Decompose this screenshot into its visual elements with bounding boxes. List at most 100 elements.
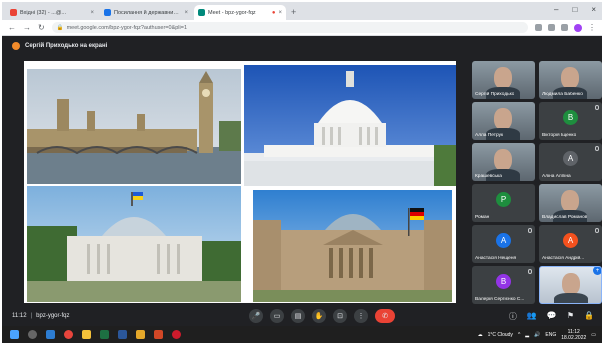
- back-icon[interactable]: ←: [8, 23, 16, 32]
- network-icon[interactable]: ▂: [525, 332, 529, 338]
- extensions-area: ⋮: [535, 23, 596, 32]
- participant-tile[interactable]: Алла Петрук: [472, 102, 535, 140]
- file-explorer-icon[interactable]: [82, 330, 91, 339]
- participant-avatar: B: [496, 274, 511, 289]
- participant-name: Алла Петрук: [475, 133, 504, 138]
- pin-icon[interactable]: +: [593, 267, 601, 275]
- participant-tile[interactable]: A Анастасія Андрій...: [539, 225, 602, 263]
- participant-tile[interactable]: В Вікторія Іщенко: [539, 102, 602, 140]
- photo-westminster: [27, 69, 241, 184]
- word-icon[interactable]: [118, 330, 127, 339]
- captions-button[interactable]: ▤: [291, 309, 305, 323]
- self-view-tile[interactable]: +: [539, 266, 602, 304]
- window-controls: – □ ×: [554, 5, 596, 14]
- participant-avatar: A: [563, 151, 578, 166]
- clock[interactable]: 11:12 18.02.2022: [561, 329, 586, 341]
- participant-video: [494, 149, 512, 171]
- powerpoint-icon[interactable]: [154, 330, 163, 339]
- close-icon[interactable]: ×: [278, 10, 282, 16]
- language-indicator[interactable]: ENG: [545, 332, 556, 338]
- camera-button[interactable]: ▭: [270, 309, 284, 323]
- presenting-banner: Сергій Приходько на екрані: [12, 39, 107, 53]
- participant-video: [561, 67, 579, 89]
- menu-icon[interactable]: ⋮: [588, 23, 596, 32]
- leave-call-button[interactable]: ✆: [375, 309, 395, 323]
- meeting-code: bpz-ygor-fqz: [36, 313, 70, 319]
- microphone-button[interactable]: 🎤: [249, 309, 263, 323]
- mic-off-icon: [595, 146, 599, 151]
- extension-icon[interactable]: [561, 24, 568, 31]
- participant-name: Анастасія Андрій...: [542, 256, 585, 261]
- weather-icon: ☁: [477, 331, 483, 338]
- side-panel-controls: ⓘ 👥 💬 ⚑ 🔒: [509, 311, 594, 322]
- presenting-icon: [12, 42, 20, 50]
- participant-tile[interactable]: A Аліна Алпіна: [539, 143, 602, 181]
- close-window-icon[interactable]: ×: [591, 5, 596, 14]
- meeting-time: 11:12: [12, 313, 27, 319]
- participant-name: Аліна Алпіна: [542, 174, 571, 179]
- call-controls: 🎤 ▭ ▤ ✋ ⊡ ⋮ ✆: [249, 309, 395, 323]
- reload-icon[interactable]: ↻: [38, 23, 45, 32]
- tray-chevron-icon[interactable]: ^: [518, 332, 520, 338]
- participant-tile[interactable]: Сергій Приходько: [472, 61, 535, 99]
- participant-name: Людмила Бабенко: [542, 92, 583, 97]
- participant-name: Владислав Романов: [542, 215, 588, 220]
- participant-avatar: A: [563, 233, 578, 248]
- close-icon[interactable]: ×: [90, 10, 94, 16]
- new-tab-button[interactable]: +: [291, 7, 296, 17]
- chrome-icon[interactable]: [64, 330, 73, 339]
- url-input[interactable]: 🔒 meet.google.com/bpz-ygor-fqz?authuser=…: [51, 22, 528, 33]
- search-icon[interactable]: [28, 330, 37, 339]
- people-icon[interactable]: 👥: [527, 311, 537, 322]
- maximize-icon[interactable]: □: [572, 5, 577, 14]
- participant-video: [561, 190, 579, 212]
- task-view-icon[interactable]: [46, 330, 55, 339]
- folder-icon[interactable]: [136, 330, 145, 339]
- minimize-icon[interactable]: –: [554, 5, 558, 14]
- document-icon: [104, 9, 111, 16]
- participant-name: Роман: [475, 215, 490, 220]
- lock-icon: 🔒: [56, 24, 64, 31]
- participant-name: Анастасія Нещеня: [475, 256, 517, 261]
- presenter-label: Сергій Приходько на екрані: [25, 43, 108, 49]
- camera-icon[interactable]: [535, 24, 542, 31]
- os-taskbar: ☁ 1°C Cloudy ^ ▂ 🔊 ENG 11:12 18.02.2022 …: [2, 326, 602, 343]
- info-icon[interactable]: ⓘ: [509, 311, 517, 322]
- participant-tile[interactable]: B Валерія Сергієнко С...: [472, 266, 535, 304]
- photo-capitol: [244, 65, 456, 186]
- volume-icon[interactable]: 🔊: [534, 332, 540, 338]
- participant-tile[interactable]: Крашевська: [472, 143, 535, 181]
- participant-tile[interactable]: P Роман: [472, 184, 535, 222]
- participant-video: [562, 273, 580, 295]
- excel-icon[interactable]: [100, 330, 109, 339]
- participant-video: [494, 67, 512, 89]
- forward-icon[interactable]: →: [23, 23, 31, 32]
- chat-icon[interactable]: 💬: [547, 311, 557, 322]
- host-controls-icon[interactable]: 🔒: [584, 311, 594, 322]
- weather-text[interactable]: 1°C Cloudy: [488, 332, 513, 338]
- browser-tab-doc[interactable]: Посилання й державний ... ×: [100, 5, 192, 20]
- windows-start-icon[interactable]: [10, 330, 19, 339]
- more-options-button[interactable]: ⋮: [354, 309, 368, 323]
- raise-hand-button[interactable]: ✋: [312, 309, 326, 323]
- mic-off-icon: [528, 228, 532, 233]
- close-icon[interactable]: ×: [184, 10, 188, 16]
- notifications-icon[interactable]: ▭: [591, 332, 596, 338]
- browser-tab-gmail[interactable]: Вхідні (32) - ...@... ×: [6, 5, 98, 20]
- participant-name: Валерія Сергієнко С...: [475, 297, 525, 302]
- profile-avatar[interactable]: [574, 23, 582, 32]
- opera-icon[interactable]: [172, 330, 181, 339]
- system-tray: ☁ 1°C Cloudy ^ ▂ 🔊 ENG 11:12 18.02.2022 …: [478, 326, 596, 343]
- participant-tile[interactable]: A Анастасія Нещеня: [472, 225, 535, 263]
- participant-name: Крашевська: [475, 174, 502, 179]
- present-button[interactable]: ⊡: [333, 309, 347, 323]
- activities-icon[interactable]: ⚑: [567, 311, 574, 322]
- participant-avatar: В: [563, 110, 578, 125]
- participant-avatar: A: [496, 233, 511, 248]
- participant-tile[interactable]: Людмила Бабенко: [539, 61, 602, 99]
- browser-tab-meet[interactable]: Meet - bpz-ygor-fqz ● ×: [194, 5, 286, 20]
- participant-avatar: P: [496, 192, 511, 207]
- bookmark-star-icon[interactable]: [548, 24, 555, 31]
- participant-tile[interactable]: Владислав Романов: [539, 184, 602, 222]
- photo-verkhovna-rada: [27, 186, 241, 302]
